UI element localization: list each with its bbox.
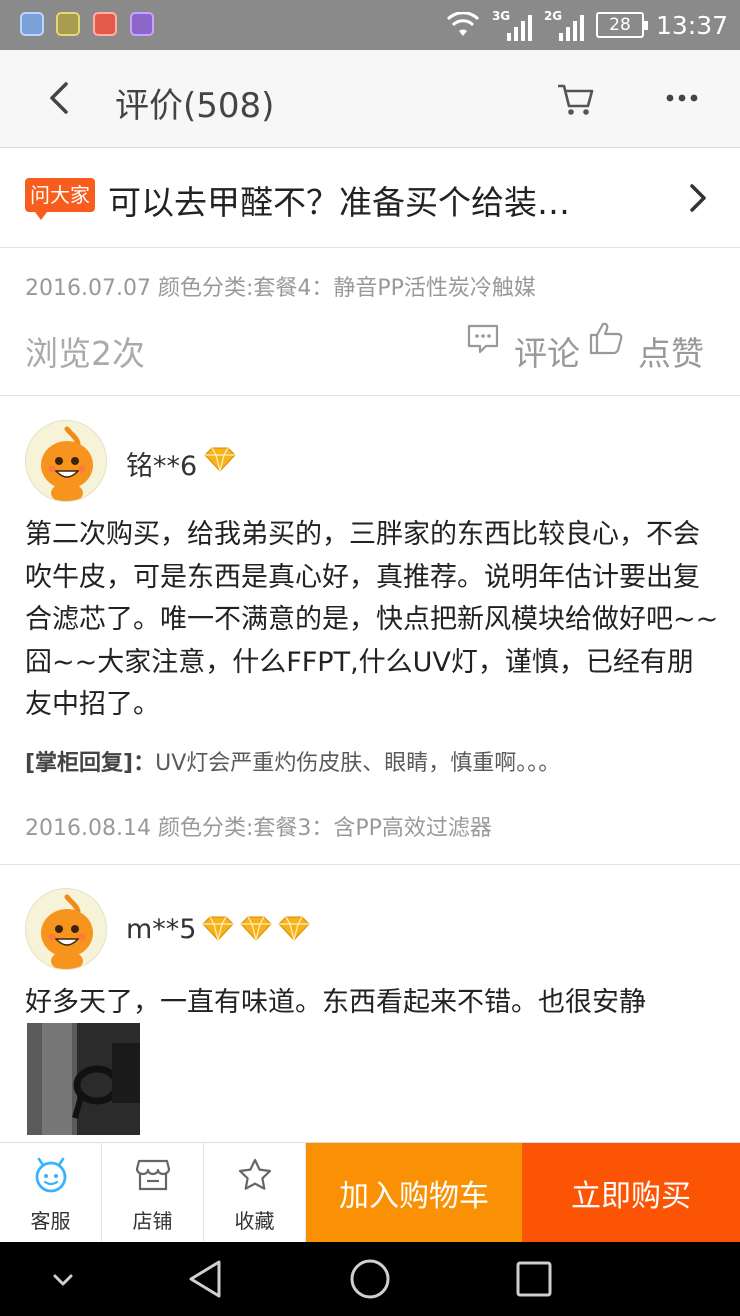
reviewer-name: 铭**6 <box>126 451 198 482</box>
comment-button[interactable]: 评论 <box>514 327 580 375</box>
comment-icon[interactable] <box>466 322 500 356</box>
review-meta: 2016.08.14 颜色分类:套餐3：含PP高效过滤器 <box>25 816 492 841</box>
signal-2g-icon: 2G <box>544 7 584 43</box>
status-bar: 3G 2G 28 13:37 <box>0 0 740 50</box>
customer-service-button[interactable]: 客服 <box>0 1143 102 1243</box>
seller-reply-label: [掌柜回复]： <box>25 751 156 776</box>
diamond-level-icon <box>204 447 236 472</box>
shop-label: 店铺 <box>132 1209 173 1233</box>
diamond-level-icon <box>202 916 234 941</box>
battery-icon: 28 <box>595 12 648 38</box>
thumbs-up-icon[interactable] <box>588 320 624 356</box>
add-to-cart-button[interactable]: 加入购物车 <box>306 1143 522 1243</box>
signal-3g-icon: 3G <box>492 7 532 43</box>
diamond-level-icon <box>240 916 272 941</box>
like-button[interactable]: 点赞 <box>638 327 704 375</box>
nav-home-icon[interactable] <box>347 1256 393 1302</box>
ask-everyone-bar[interactable]: 问大家 可以去甲醛不？准备买个给装… <box>0 148 740 248</box>
review-text: 好多天了，一直有味道。东西看起来不错。也很安静 <box>25 987 646 1018</box>
divider <box>0 864 740 865</box>
app-notification-icon <box>56 12 80 36</box>
hide-nav-icon[interactable] <box>40 1256 86 1302</box>
reviewer-level <box>204 446 236 472</box>
chevron-right-icon <box>690 184 706 212</box>
wifi-icon <box>446 12 480 36</box>
diamond-level-icon <box>278 916 310 941</box>
bottom-action-bar: 客服 店铺 收藏 加入购物车 立即购买 <box>0 1142 740 1243</box>
favorite-label: 收藏 <box>234 1209 275 1233</box>
back-arrow-icon[interactable] <box>40 76 80 120</box>
app-notification-icon <box>20 12 44 36</box>
shop-button[interactable]: 店铺 <box>102 1143 204 1243</box>
favorite-button[interactable]: 收藏 <box>204 1143 306 1243</box>
nav-back-icon[interactable] <box>183 1256 229 1302</box>
review-meta: 2016.07.07 颜色分类:套餐4：静音PP活性炭冷触媒 <box>25 276 536 301</box>
cart-icon[interactable] <box>555 80 595 118</box>
nav-recents-icon[interactable] <box>511 1256 557 1302</box>
top-app-bar: 评价(508) <box>0 50 740 148</box>
divider <box>0 395 740 396</box>
gallery-notification-icon <box>130 12 154 36</box>
review-text: 第二次购买，给我弟买的，三胖家的东西比较良心，不会吹牛皮，可是东西是真心好，真推… <box>25 519 719 720</box>
clock: 13:37 <box>655 10 728 40</box>
ask-question: 可以去甲醛不？准备买个给装… <box>108 183 570 222</box>
system-nav-bar <box>0 1242 740 1316</box>
avatar[interactable] <box>25 420 107 502</box>
view-count: 浏览2次 <box>25 334 145 373</box>
reviewer-name: m**5 <box>126 914 197 945</box>
mascot-avatar-icon <box>41 426 93 501</box>
battery-level: 28 <box>609 15 631 35</box>
star-icon <box>238 1158 272 1190</box>
customer-service-icon <box>35 1157 67 1193</box>
app-notification-icon <box>93 12 117 36</box>
review-photo-image <box>27 1023 140 1135</box>
page-title: 评价(508) <box>115 86 275 126</box>
buy-now-button[interactable]: 立即购买 <box>522 1143 740 1243</box>
more-options-icon[interactable] <box>660 85 704 111</box>
avatar[interactable] <box>25 888 107 970</box>
seller-reply: [掌柜回复]：UV灯会严重灼伤皮肤、眼睛，慎重啊。。。 <box>25 745 560 777</box>
mascot-avatar-icon <box>41 894 93 969</box>
seller-reply-text: UV灯会严重灼伤皮肤、眼睛，慎重啊。。。 <box>155 751 561 776</box>
review-photo[interactable] <box>27 1023 140 1135</box>
shop-icon <box>135 1159 171 1191</box>
customer-service-label: 客服 <box>30 1209 71 1233</box>
reviewer-level <box>202 915 310 941</box>
ask-everyone-badge: 问大家 <box>25 178 95 220</box>
